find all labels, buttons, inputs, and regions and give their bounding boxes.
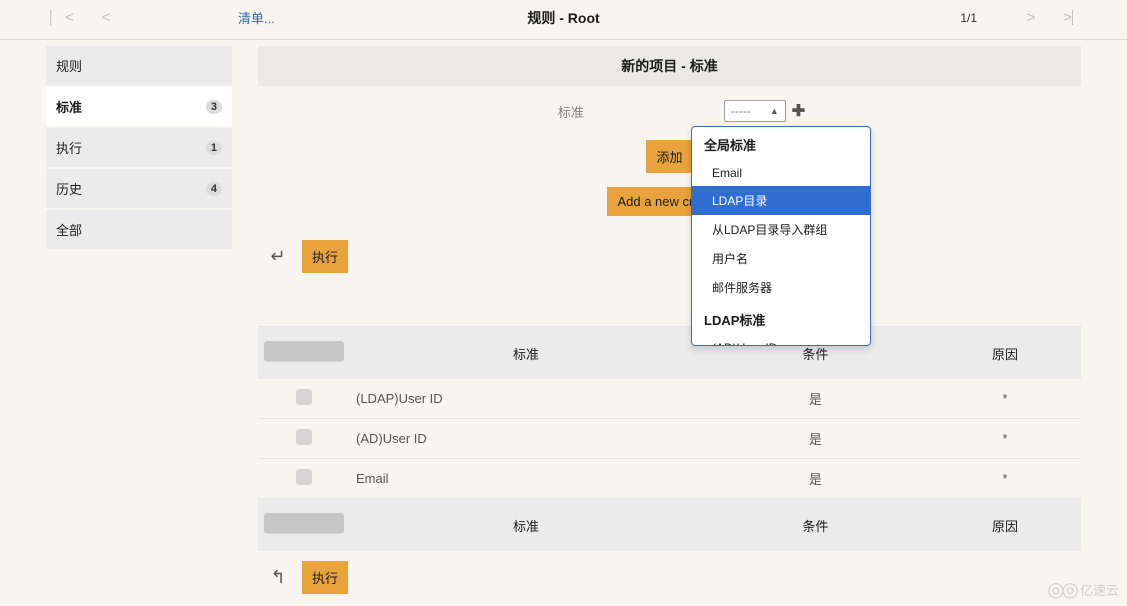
- sidebar-badge: 1: [206, 141, 222, 155]
- sidebar: 规则 标准 3 执行 1 历史 4 全部: [46, 46, 232, 604]
- col-criterion: 标准: [350, 327, 702, 380]
- nav-prev-icon[interactable]: <: [84, 9, 128, 26]
- dropdown-item[interactable]: (AD)User ID: [692, 335, 870, 345]
- nav-next-icon[interactable]: >: [1009, 9, 1053, 26]
- dropdown-item[interactable]: 从LDAP目录导入群组: [692, 215, 870, 244]
- watermark-text: 亿速云: [1080, 580, 1119, 599]
- cell-reason: *: [929, 459, 1081, 499]
- col-reason: 原因: [929, 327, 1081, 380]
- criterion-label: 标准: [534, 102, 584, 121]
- sidebar-item-label: 执行: [56, 138, 82, 157]
- watermark: ◎◎ 亿速云: [1047, 577, 1119, 602]
- table-row[interactable]: (AD)User ID 是 *: [258, 419, 1081, 459]
- page-indicator: 1/1: [960, 11, 977, 25]
- arrow-down-left-icon: ↵: [264, 246, 292, 267]
- criterion-form-row: 标准 ----- ▲ ✚: [258, 86, 1081, 136]
- exec-button-bottom[interactable]: 执行: [302, 561, 348, 594]
- add-button[interactable]: 添加: [646, 140, 692, 173]
- cell-reason: *: [929, 379, 1081, 419]
- row-checkbox[interactable]: [296, 389, 312, 405]
- cell-criterion: (AD)User ID: [350, 419, 702, 459]
- sidebar-item-criteria[interactable]: 标准 3: [46, 87, 232, 126]
- cell-condition: 是: [702, 459, 929, 499]
- sidebar-badge: 4: [206, 182, 222, 196]
- sidebar-badge: 3: [206, 100, 222, 114]
- dropdown-item[interactable]: Email: [692, 160, 870, 186]
- criterion-dropdown[interactable]: 全局标准 Email LDAP目录 从LDAP目录导入群组 用户名 邮件服务器 …: [691, 126, 871, 346]
- arrow-up-left-icon: ↰: [264, 567, 292, 588]
- header: ⎸< < 清单... 规则 - Root 1/1 > >⎸: [0, 0, 1127, 40]
- sidebar-item-label: 全部: [56, 220, 82, 239]
- sidebar-item-history[interactable]: 历史 4: [46, 169, 232, 208]
- page-title: 规则 - Root: [527, 8, 599, 28]
- criteria-table: 标准 标准 条件 原因 (LDAP)User ID 是 *: [258, 283, 1081, 551]
- main-panel: 新的项目 - 标准 标准 ----- ▲ ✚ 添加 Add a new crit…: [258, 46, 1081, 604]
- dropdown-item[interactable]: 邮件服务器: [692, 273, 870, 302]
- dropdown-group: LDAP标准: [692, 302, 870, 335]
- sidebar-item-label: 历史: [56, 179, 82, 198]
- table-row[interactable]: (LDAP)User ID 是 *: [258, 379, 1081, 419]
- cell-reason: *: [929, 419, 1081, 459]
- foot-reason: 原因: [929, 499, 1081, 552]
- nav-first-icon[interactable]: ⎸<: [40, 9, 84, 26]
- cell-criterion: Email: [350, 459, 702, 499]
- sidebar-item-all[interactable]: 全部: [46, 210, 232, 249]
- checkbox-all[interactable]: [264, 341, 344, 362]
- checkbox-all-footer[interactable]: [264, 513, 344, 534]
- sidebar-item-exec[interactable]: 执行 1: [46, 128, 232, 167]
- criterion-select-value: -----: [731, 104, 751, 118]
- cell-criterion: (LDAP)User ID: [350, 379, 702, 419]
- cell-condition: 是: [702, 419, 929, 459]
- criterion-select[interactable]: ----- ▲: [724, 100, 786, 122]
- foot-criterion: 标准: [350, 499, 702, 552]
- sidebar-item-label: 标准: [56, 97, 82, 116]
- dropdown-item[interactable]: 用户名: [692, 244, 870, 273]
- nav-last-icon[interactable]: >⎸: [1053, 9, 1097, 26]
- sidebar-item-label: 规则: [56, 56, 82, 75]
- watermark-logo-icon: ◎◎: [1047, 577, 1076, 602]
- dropdown-scroll[interactable]: 全局标准 Email LDAP目录 从LDAP目录导入群组 用户名 邮件服务器 …: [692, 127, 870, 345]
- cell-condition: 是: [702, 379, 929, 419]
- chevron-up-icon: ▲: [770, 106, 779, 116]
- breadcrumb[interactable]: 清单...: [238, 8, 275, 27]
- row-checkbox[interactable]: [296, 429, 312, 445]
- dropdown-item[interactable]: LDAP目录: [692, 186, 870, 215]
- table-row[interactable]: Email 是 *: [258, 459, 1081, 499]
- foot-condition: 条件: [702, 499, 929, 552]
- section-title: 新的项目 - 标准: [258, 46, 1081, 86]
- exec-button-top[interactable]: 执行: [302, 240, 348, 273]
- dropdown-group: 全局标准: [692, 127, 870, 160]
- add-criterion-plus-icon[interactable]: ✚: [790, 101, 805, 121]
- sidebar-item-rules[interactable]: 规则: [46, 46, 232, 85]
- row-checkbox[interactable]: [296, 469, 312, 485]
